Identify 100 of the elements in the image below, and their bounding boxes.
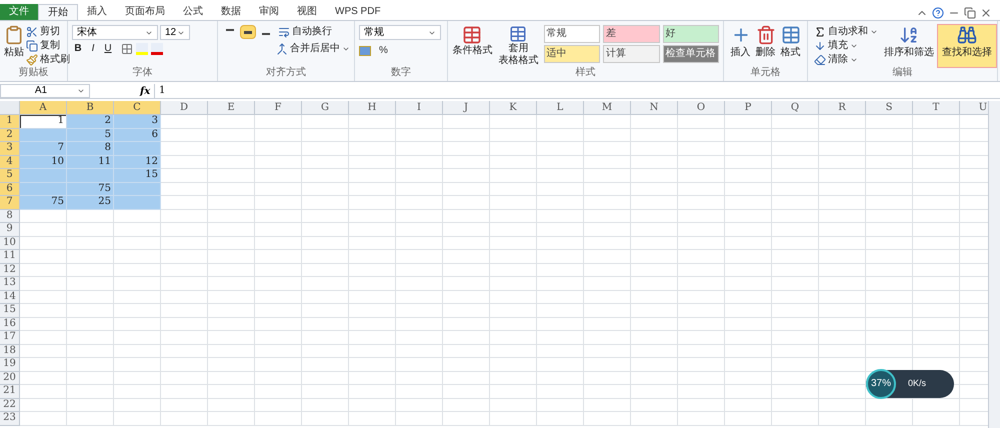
fill-color-icon[interactable] [136,43,148,55]
merge-center-button[interactable]: 合并后居中 [274,42,352,56]
cell-style-button[interactable]: 检查单元格 [662,45,719,63]
font-style-button[interactable]: U [102,43,114,55]
row-header[interactable]: 13 [0,277,20,290]
row-header[interactable]: 2 [0,128,20,142]
font-color-icon[interactable] [151,43,163,55]
ribbon-tab[interactable]: 文件 [0,4,38,20]
paste-button[interactable]: 粘贴 [4,25,24,67]
column-header[interactable]: M [584,101,631,115]
row-header[interactable]: 16 [0,318,20,331]
column-header[interactable]: F [255,101,302,115]
clipboard-icon [4,25,24,45]
font-size-field[interactable]: 12 [160,25,190,40]
ribbon-tab[interactable]: 视图 [288,4,326,20]
row-header[interactable]: 9 [0,223,20,236]
find-select-button[interactable]: 查找和选择 [938,25,996,67]
row-header[interactable]: 7 [0,196,20,210]
row-header[interactable]: 18 [0,344,20,358]
cell-style-button[interactable]: 好 [662,25,719,43]
table-icon [462,25,482,45]
row-header[interactable]: 20 [0,372,20,385]
column-header[interactable]: A [20,101,67,115]
row-header[interactable]: 17 [0,331,20,344]
cell-style-button[interactable]: 差 [603,25,660,43]
column-header[interactable]: G [302,101,349,115]
row-header[interactable]: 5 [0,169,20,182]
align-button[interactable] [240,25,256,39]
row-header[interactable]: 21 [0,385,20,398]
column-header[interactable]: Q [772,101,819,115]
table-format-button[interactable]: 套用 表格格式 [496,25,540,67]
row-header[interactable]: 10 [0,236,20,250]
column-header[interactable]: C [114,101,161,115]
function-label[interactable]: fx [140,84,154,98]
cell-style-button[interactable]: 常规 [544,25,600,43]
column-header[interactable]: R [819,101,866,115]
table-cell: 11 [67,156,114,169]
name-box[interactable]: A1 [0,84,90,98]
ribbon-tab[interactable]: 数据 [212,4,250,20]
cell-style-button[interactable]: 计算 [603,45,660,63]
column-header[interactable]: B [67,101,114,115]
table-cell: 6 [114,128,161,142]
row-header[interactable]: 4 [0,156,20,169]
column-header[interactable]: N [631,101,678,115]
font-style-button[interactable]: B [72,43,84,55]
clipboard-button[interactable]: 格式刷 [24,53,72,67]
row-header[interactable]: 8 [0,210,20,223]
row-header[interactable]: 19 [0,358,20,372]
editing-button[interactable]: 清除 [812,53,880,67]
ribbon-tab[interactable]: 公式 [174,4,212,20]
formula-input[interactable]: 1 [154,84,1000,98]
ribbon-tab[interactable]: WPS PDF [326,4,390,20]
column-header[interactable]: E [208,101,255,115]
row-header[interactable]: 6 [0,182,20,196]
column-header[interactable]: P [725,101,772,115]
column-header[interactable]: U [960,101,988,115]
cells-button[interactable]: 格式 [778,25,803,67]
clipboard-button[interactable]: 剪切 [24,25,72,39]
cells-button[interactable]: 删除 [753,25,778,67]
row-header[interactable]: 23 [0,412,20,426]
column-header[interactable]: K [490,101,537,115]
column-header[interactable]: I [396,101,443,115]
column-header[interactable]: O [678,101,725,115]
vertical-scrollbar[interactable] [988,101,1000,428]
ribbon-tab[interactable]: 页面布局 [116,4,174,20]
editing-button[interactable]: 填充 [812,39,880,53]
currency-icon[interactable] [359,46,371,56]
column-header[interactable]: H [349,101,396,115]
column-header[interactable]: J [443,101,490,115]
table-cell: 8 [67,142,114,156]
table-cell: 3 [114,115,161,128]
row-header[interactable]: 22 [0,398,20,412]
help-icon[interactable] [932,7,944,19]
conditional-format-button[interactable]: 条件格式 [452,25,493,67]
ribbon-tab[interactable]: 审阅 [250,4,288,20]
border-icon[interactable] [121,43,133,55]
font-style-button[interactable]: I [87,43,99,55]
editing-button[interactable]: 自动求和 [812,25,880,39]
column-header[interactable]: T [913,101,960,115]
wrap-text-button[interactable]: 自动换行 [276,25,334,39]
clipboard-button[interactable]: 复制 [24,39,72,53]
column-header[interactable]: D [161,101,208,115]
cells-button[interactable]: 插入 [728,25,753,67]
font-name-field[interactable]: 宋体 [72,25,158,40]
row-header[interactable]: 11 [0,250,20,264]
close-icon[interactable] [980,7,992,19]
row-header[interactable]: 15 [0,304,20,318]
column-header[interactable]: L [537,101,584,115]
row-header[interactable]: 14 [0,290,20,304]
ribbon-tab[interactable]: 开始 [38,4,78,20]
percent-button[interactable]: % [379,43,388,58]
row-header[interactable]: 1 [0,115,20,128]
column-header[interactable]: S [866,101,913,115]
sort-filter-button[interactable]: 排序和筛选 [884,25,934,67]
number-format-field[interactable]: 常规 [359,25,441,40]
cell-style-button[interactable]: 适中 [544,45,600,63]
row-header[interactable]: 12 [0,264,20,277]
ribbon-tab[interactable]: 插入 [78,4,116,20]
restore-icon[interactable] [964,7,976,19]
row-header[interactable]: 3 [0,142,20,156]
